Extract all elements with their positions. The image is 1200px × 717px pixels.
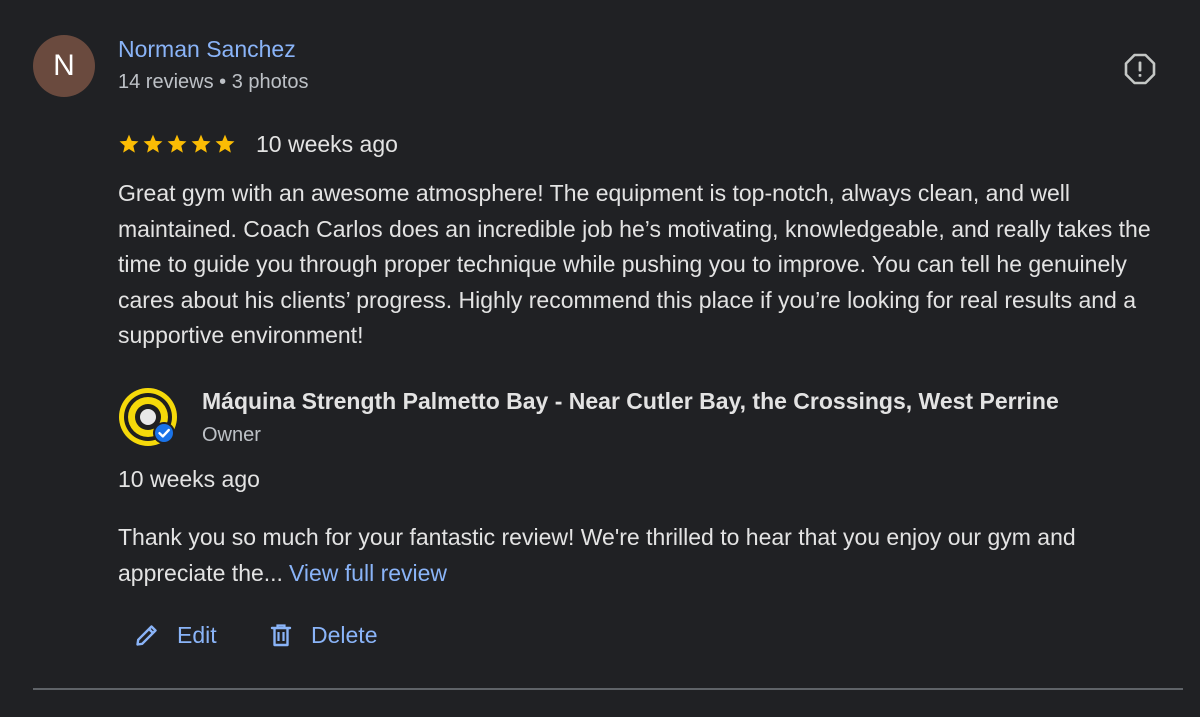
star-rating [118,133,236,155]
owner-role: Owner [202,424,261,446]
report-icon [1124,53,1156,85]
star-icon [215,134,235,153]
reviewer-meta: 14 reviews • 3 photos [118,71,309,93]
star-icon [191,134,211,153]
star-icon [143,134,163,153]
trash-icon [270,624,292,647]
reviewer-avatar[interactable]: N [33,35,95,97]
reply-body: Thank you so much for your fantastic rev… [118,524,1076,586]
divider [33,688,1183,690]
view-full-review-link[interactable]: View full review [289,560,447,586]
delete-label: Delete [311,621,378,648]
review-card: N Norman Sanchez 14 reviews • 3 photos 1… [0,0,1200,717]
review-date: 10 weeks ago [256,130,398,157]
edit-button[interactable]: Edit [133,615,217,655]
reply-date: 10 weeks ago [118,466,260,492]
review-text: Great gym with an awesome atmosphere! Th… [118,180,1151,348]
rating-row: 10 weeks ago [118,129,398,159]
reply-text: Thank you so much for your fantastic rev… [118,520,1188,591]
reviewer-name[interactable]: Norman Sanchez [118,36,296,63]
star-icon [167,134,187,153]
business-logo [119,388,177,446]
delete-button[interactable]: Delete [267,615,377,655]
edit-label: Edit [177,621,217,648]
avatar-initial: N [53,49,75,82]
report-button[interactable] [1123,52,1157,86]
owner-business-name[interactable]: Máquina Strength Palmetto Bay - Near Cut… [202,388,1059,415]
verified-badge-icon [155,424,173,442]
pencil-icon [136,625,157,646]
star-icon [119,134,139,153]
